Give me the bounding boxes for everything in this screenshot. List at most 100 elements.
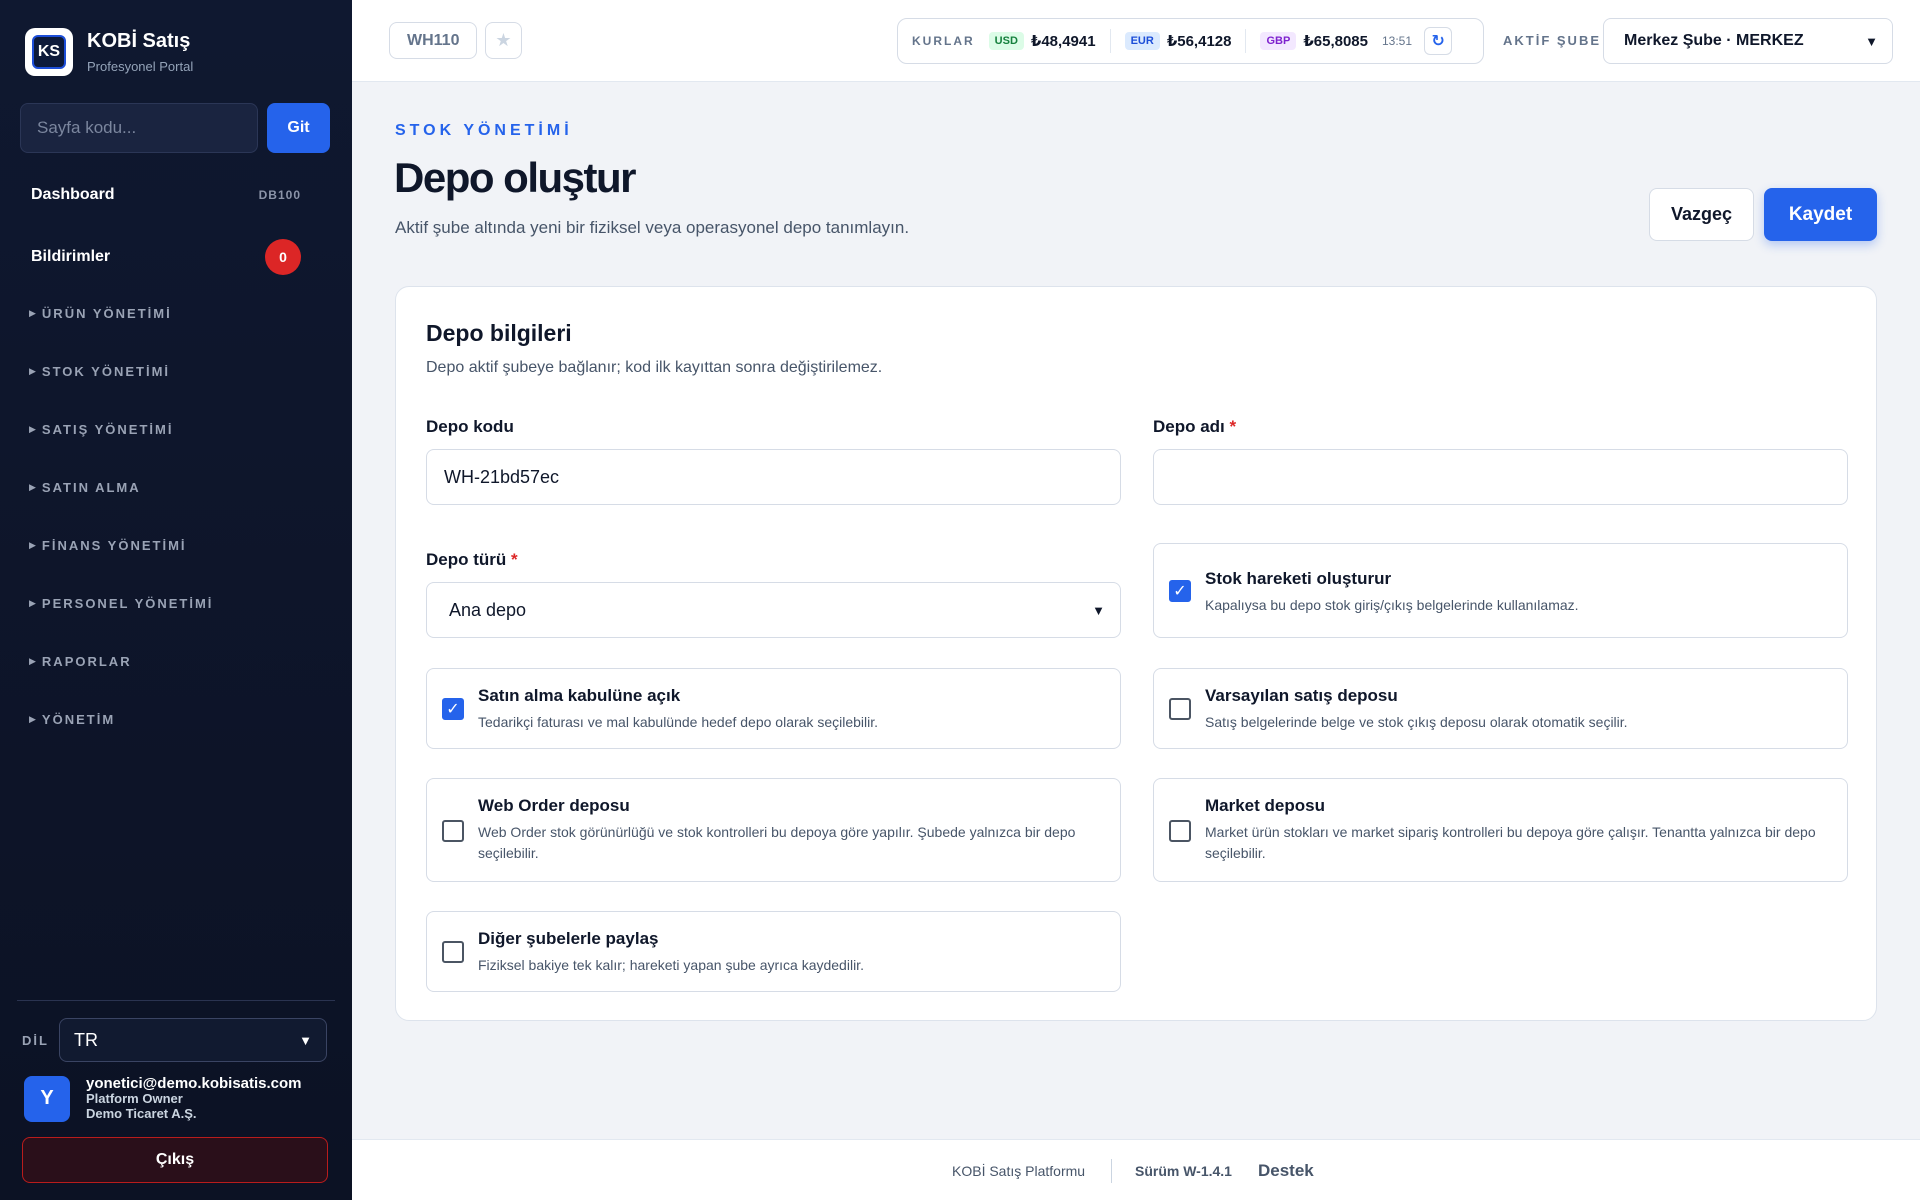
option-title: Varsayılan satış deposu	[1205, 686, 1398, 705]
refresh-rates-button[interactable]: ↻	[1424, 27, 1453, 55]
code-value: WH-21bd57ec	[444, 466, 560, 487]
caret-right-icon: ▶	[29, 656, 36, 666]
type-label: Depo türü *	[426, 550, 518, 569]
sidebar-section-admin[interactable]: ▶ YÖNETİM	[29, 712, 115, 727]
footer-version: Sürüm W-1.4.1	[1135, 1163, 1232, 1179]
warehouse-form-card: Depo bilgileri Depo aktif şubeye bağlanı…	[395, 286, 1877, 1021]
sidebar-section-product[interactable]: ▶ ÜRÜN YÖNETİMİ	[29, 306, 172, 321]
section-eyebrow: STOK YÖNETİMİ	[395, 122, 573, 139]
sidebar-item-label: Bildirimler	[31, 248, 111, 265]
checkbox[interactable]: ✓	[442, 698, 464, 720]
rate-gbp: GBP ₺65,8085	[1260, 32, 1368, 50]
checkbox[interactable]	[442, 820, 464, 842]
sidebar-section-label: SATIN ALMA	[41, 480, 141, 495]
option-title: Market deposu	[1205, 796, 1325, 815]
card-description: Depo aktif şubeye bağlanır; kod ilk kayı…	[426, 359, 883, 376]
sidebar-item-dashboard[interactable]: Dashboard DB100	[31, 186, 301, 204]
type-select[interactable]: Ana depo ▼	[426, 582, 1121, 638]
caret-right-icon: ▶	[29, 482, 36, 492]
checkbox[interactable]	[442, 941, 464, 963]
option-purchase-receipt[interactable]: ✓ Satın alma kabulüne açık Tedarikçi fat…	[426, 668, 1121, 749]
user-company: Demo Ticaret A.Ş.	[86, 1106, 197, 1122]
save-button[interactable]: Kaydet	[1764, 188, 1877, 241]
option-description: Fiziksel bakiye tek kalır; hareketi yapa…	[478, 957, 864, 973]
page-description: Aktif şube altında yeni bir fiziksel vey…	[395, 218, 910, 237]
checkbox[interactable]	[1169, 820, 1191, 842]
go-button[interactable]: Git	[267, 103, 330, 153]
currency-tag: EUR	[1124, 32, 1160, 50]
rate-value: ₺48,4941	[1030, 33, 1096, 50]
option-description: Tedarikçi faturası ve mal kabulünde hede…	[478, 714, 879, 730]
option-description: Market ürün stokları ve market sipariş k…	[1205, 824, 1816, 861]
sidebar-section-sales[interactable]: ▶ SATIŞ YÖNETİMİ	[29, 422, 173, 437]
footer: KOBİ Satış Platformu Sürüm W-1.4.1 Deste…	[352, 1139, 1920, 1200]
sidebar-section-label: SATIŞ YÖNETİMİ	[41, 422, 174, 437]
code-label: Depo kodu	[426, 417, 514, 436]
star-icon: ★	[495, 30, 512, 50]
exchange-rates: KURLAR USD ₺48,4941 EUR ₺56,4128 GBP ₺65…	[897, 18, 1484, 64]
sidebar-section-stock[interactable]: ▶ STOK YÖNETİMİ	[29, 364, 170, 379]
refresh-icon: ↻	[1431, 33, 1445, 50]
language-picker: DİL TR ▼	[22, 1018, 327, 1062]
sidebar-section-label: RAPORLAR	[41, 654, 132, 669]
sidebar-item-notifications[interactable]: Bildirimler 0	[31, 239, 301, 275]
card-title: Depo bilgileri	[426, 320, 572, 346]
currency-tag: GBP	[1260, 32, 1297, 50]
caret-right-icon: ▶	[29, 714, 36, 724]
brand-subtitle: Profesyonel Portal	[87, 59, 194, 74]
caret-right-icon: ▶	[29, 366, 36, 376]
branch-value: Merkez Şube · MERKEZ	[1624, 32, 1804, 49]
logout-button[interactable]: Çıkış	[22, 1137, 328, 1183]
user-profile: Y yonetici@demo.kobisatis.com Platform O…	[24, 1075, 302, 1122]
option-description: Satış belgelerinde belge ve stok çıkış d…	[1205, 714, 1628, 730]
option-share-branches[interactable]: Diğer şubelerle paylaş Fiziksel bakiye t…	[426, 911, 1121, 992]
language-select[interactable]: TR ▼	[59, 1018, 327, 1062]
option-description: Web Order stok görünürlüğü ve stok kontr…	[478, 824, 1076, 861]
active-branch-label: AKTİF ŞUBE	[1503, 33, 1601, 48]
page-code-input[interactable]	[20, 103, 258, 153]
caret-right-icon: ▶	[29, 308, 36, 318]
rates-timestamp: 13:51	[1382, 34, 1413, 48]
brand[interactable]: KS KOBİ Satış Profesyonel Portal	[25, 28, 193, 76]
option-title: Satın alma kabulüne açık	[478, 686, 681, 705]
logo: KS	[25, 28, 73, 76]
active-branch-select[interactable]: Merkez Şube · MERKEZ ▼	[1603, 18, 1893, 64]
check-icon: ✓	[446, 701, 460, 718]
chevron-down-icon: ▼	[1865, 33, 1878, 49]
notification-count-badge: 0	[265, 239, 301, 275]
checkbox[interactable]: ✓	[1169, 580, 1191, 602]
divider	[1245, 29, 1247, 53]
option-stock-movement[interactable]: ✓ Stok hareketi oluşturur Kapalıysa bu d…	[1153, 543, 1848, 638]
rate-value: ₺56,4128	[1166, 33, 1232, 50]
rate-eur: EUR ₺56,4128	[1124, 32, 1232, 50]
support-link[interactable]: Destek	[1258, 1161, 1314, 1181]
checkbox[interactable]	[1169, 698, 1191, 720]
option-market[interactable]: Market deposu Market ürün stokları ve ma…	[1153, 778, 1848, 882]
code-field[interactable]: WH-21bd57ec	[426, 449, 1121, 505]
sidebar-section-label: YÖNETİM	[41, 712, 116, 727]
option-web-order[interactable]: Web Order deposu Web Order stok görünürl…	[426, 778, 1121, 882]
sidebar-section-label: ÜRÜN YÖNETİMİ	[41, 306, 172, 321]
option-title: Web Order deposu	[478, 796, 630, 815]
option-description: Kapalıysa bu depo stok giriş/çıkış belge…	[1205, 597, 1579, 613]
currency-tag: USD	[988, 32, 1024, 50]
sidebar-section-personnel[interactable]: ▶ PERSONEL YÖNETİMİ	[29, 596, 213, 611]
sidebar-section-purchasing[interactable]: ▶ SATIN ALMA	[29, 480, 141, 495]
brand-title: KOBİ Satış	[87, 30, 191, 52]
page-code-chip: WH110	[389, 22, 478, 59]
caret-right-icon: ▶	[29, 598, 36, 608]
language-value: TR	[74, 1029, 98, 1050]
rate-value: ₺65,8085	[1303, 33, 1368, 50]
sidebar-section-reports[interactable]: ▶ RAPORLAR	[29, 654, 132, 669]
name-field[interactable]	[1153, 449, 1848, 505]
option-default-sales[interactable]: Varsayılan satış deposu Satış belgelerin…	[1153, 668, 1848, 749]
sidebar-section-finance[interactable]: ▶ FİNANS YÖNETİMİ	[29, 538, 187, 553]
type-value: Ana depo	[449, 599, 527, 620]
top-bar: WH110 ★ KURLAR USD ₺48,4941 EUR ₺56,4128…	[352, 0, 1920, 82]
footer-platform: KOBİ Satış Platformu	[952, 1163, 1086, 1179]
logo-mark: KS	[32, 35, 66, 69]
required-mark: *	[1229, 417, 1237, 436]
option-title: Stok hareketi oluşturur	[1205, 569, 1392, 588]
favorite-button[interactable]: ★	[485, 22, 522, 59]
cancel-button[interactable]: Vazgeç	[1649, 188, 1754, 241]
